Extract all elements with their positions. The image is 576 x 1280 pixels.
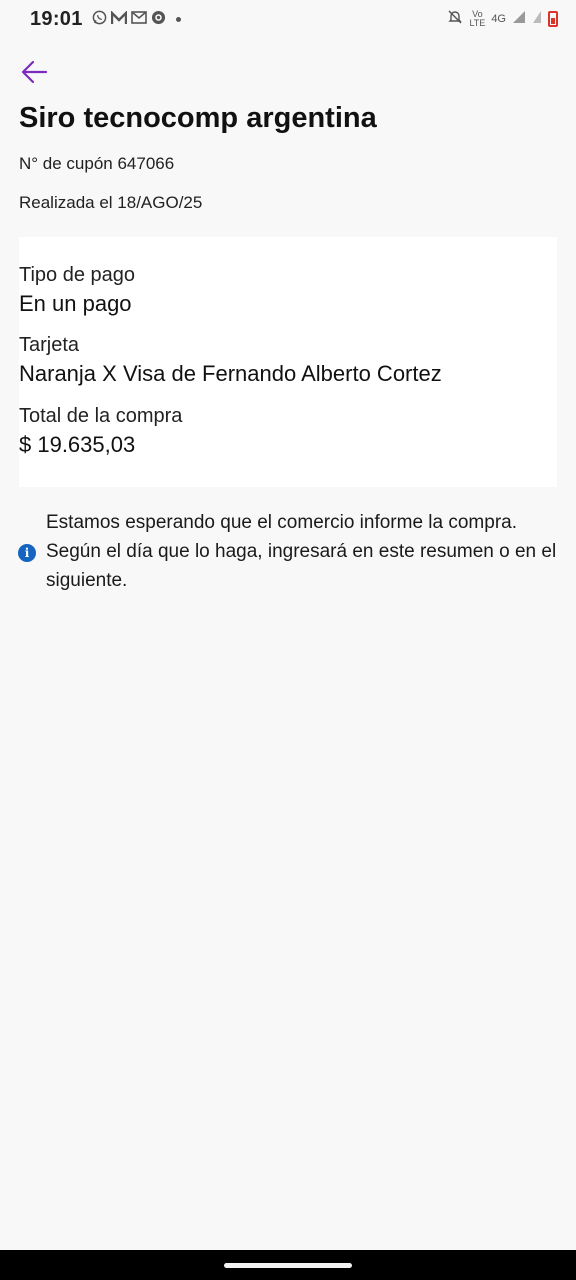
total-value: $ 19.635,03	[19, 432, 136, 457]
status-right: Vo LTE 4G	[447, 9, 558, 30]
home-gesture-bar[interactable]	[224, 1262, 352, 1268]
card-value: Naranja X Visa de Fernando Alberto Corte…	[19, 361, 442, 386]
network-type: 4G	[491, 13, 506, 25]
screen: 19:01 Vo LTE 4G Siro tecnocomp argentina…	[0, 0, 576, 1280]
total-field: Total de la compra $ 19.635,03	[19, 405, 182, 458]
arrow-left-icon	[21, 60, 48, 84]
bell-off-icon	[447, 9, 463, 30]
info-icon: i	[18, 543, 36, 562]
signal-icon	[512, 10, 526, 29]
payment-type-value: En un pago	[19, 291, 132, 316]
coupon-number: N° de cupón 647066	[19, 154, 175, 173]
total-label: Total de la compra	[19, 405, 183, 427]
more-notifications-dot	[175, 16, 181, 22]
volte-indicator: Vo LTE	[469, 9, 486, 28]
back-button[interactable]	[14, 54, 54, 90]
signal-icon-2	[532, 10, 542, 29]
system-nav-bar	[0, 1250, 576, 1280]
notification-icons	[92, 9, 181, 28]
purchase-date: Realizada el 18/AGO/25	[19, 193, 203, 212]
payment-type-field: Tipo de pago En un pago	[19, 264, 135, 317]
m-app-icon	[110, 9, 127, 28]
purchase-details-card: Tipo de pago En un pago Tarjeta Naranja …	[19, 237, 557, 487]
battery-icon	[548, 11, 558, 27]
status-time: 19:01	[30, 7, 83, 30]
card-label: Tarjeta	[19, 334, 80, 356]
card-field: Tarjeta Naranja X Visa de Fernando Alber…	[19, 334, 442, 387]
record-icon	[151, 10, 166, 28]
info-note: i Estamos esperando que el comercio info…	[18, 508, 564, 595]
status-bar: 19:01 Vo LTE 4G	[0, 0, 576, 38]
payment-type-label: Tipo de pago	[19, 264, 136, 286]
whatsapp-icon	[92, 10, 107, 28]
info-note-text: Estamos esperando que el comercio inform…	[46, 512, 557, 591]
gmail-icon	[130, 11, 147, 27]
merchant-title: Siro tecnocomp argentina	[19, 102, 377, 134]
